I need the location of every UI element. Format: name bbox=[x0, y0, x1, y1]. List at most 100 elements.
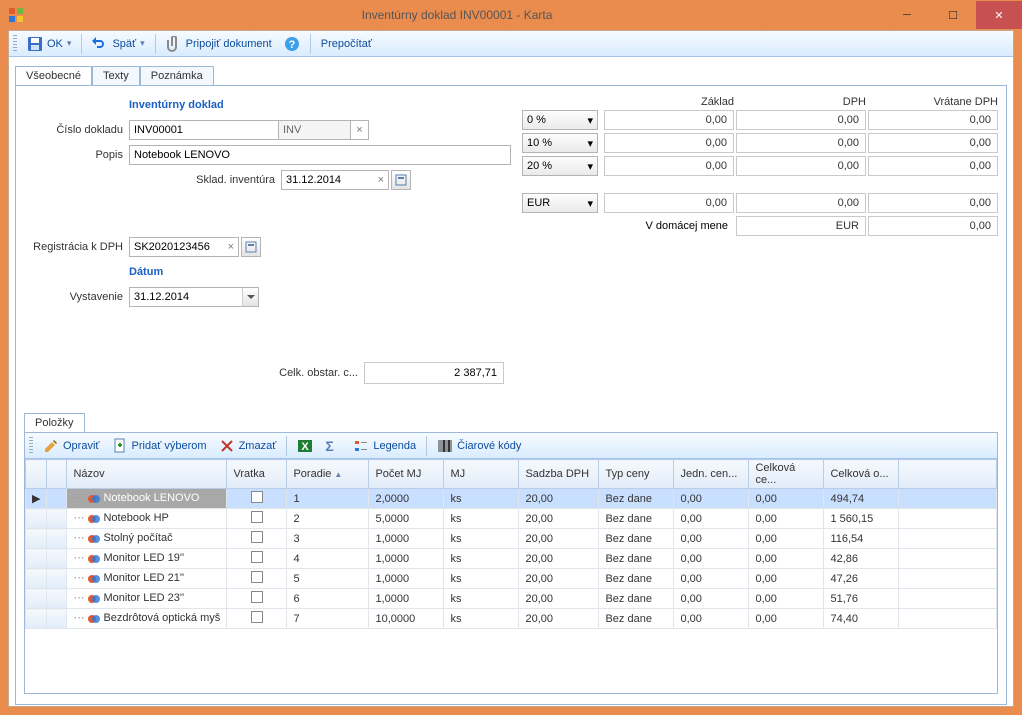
col-unit[interactable]: MJ bbox=[444, 460, 519, 489]
doc-header-link[interactable]: Inventúrny doklad bbox=[129, 99, 224, 111]
total-label: Celk. obstar. c... bbox=[264, 367, 364, 379]
items-grid[interactable]: Názov Vratka Poradie▲ Počet MJ MJ Sadzba… bbox=[25, 459, 997, 693]
edit-icon bbox=[43, 438, 59, 454]
item-legend-button[interactable]: Legenda bbox=[347, 436, 422, 456]
vat-1-cell[interactable]: 0,00 bbox=[736, 133, 866, 153]
domestic-label: V domácej mene bbox=[522, 220, 734, 232]
vratka-checkbox[interactable] bbox=[251, 611, 263, 623]
ok-button[interactable]: OK ▾ bbox=[21, 34, 77, 54]
item-excel-button[interactable]: X bbox=[291, 436, 319, 456]
vratka-checkbox[interactable] bbox=[251, 491, 263, 503]
cur-vat-cell[interactable]: 0,00 bbox=[736, 193, 866, 213]
vat-reg-lookup-button[interactable] bbox=[241, 237, 261, 257]
vat-reg-input[interactable]: SK2020123456 × bbox=[129, 237, 239, 257]
legend-icon bbox=[353, 438, 369, 454]
domestic-cur-cell: EUR bbox=[736, 216, 866, 236]
issue-date-dropdown-button[interactable] bbox=[242, 288, 258, 306]
vat-rate-1-select[interactable]: 10 %▾ bbox=[522, 133, 598, 153]
col-vat-label: DPH bbox=[734, 96, 866, 108]
maximize-button[interactable]: ☐ bbox=[930, 1, 976, 29]
stock-inv-label: Sklad. inventúra bbox=[24, 174, 281, 186]
stock-inv-clear-button[interactable]: × bbox=[378, 174, 384, 186]
tab-texts[interactable]: Texty bbox=[92, 66, 140, 86]
base-2-cell[interactable]: 0,00 bbox=[604, 156, 734, 176]
stock-inv-lookup-button[interactable] bbox=[391, 170, 411, 190]
item-edit-button[interactable]: Opraviť bbox=[37, 436, 106, 456]
vat-rate-2-select[interactable]: 20 %▾ bbox=[522, 156, 598, 176]
item-barcode-button[interactable]: Čiarové kódy bbox=[431, 436, 527, 456]
table-row[interactable]: ⋯Bezdrôtová optická myš710,0000ks20,00Be… bbox=[26, 609, 997, 629]
col-pricetype[interactable]: Typ ceny bbox=[599, 460, 674, 489]
incl-1-cell[interactable]: 0,00 bbox=[868, 133, 998, 153]
item-icon bbox=[87, 612, 101, 626]
app-icon bbox=[8, 7, 24, 23]
base-0-cell[interactable]: 0,00 bbox=[604, 110, 734, 130]
toolbar-grip-icon bbox=[13, 35, 17, 53]
cur-base-cell[interactable]: 0,00 bbox=[604, 193, 734, 213]
tab-note[interactable]: Poznámka bbox=[140, 66, 214, 86]
col-total[interactable]: Celková ce... bbox=[749, 460, 824, 489]
main-tabstrip: Všeobecné Texty Poznámka bbox=[15, 65, 1007, 85]
col-unitprice[interactable]: Jedn. cen... bbox=[674, 460, 749, 489]
desc-input[interactable] bbox=[129, 145, 511, 165]
col-vat[interactable]: Sadzba DPH bbox=[519, 460, 599, 489]
vat-0-cell[interactable]: 0,00 bbox=[736, 110, 866, 130]
item-delete-button[interactable]: Zmazať bbox=[213, 436, 283, 456]
svg-text:?: ? bbox=[288, 39, 295, 51]
col-qty[interactable]: Počet MJ bbox=[369, 460, 444, 489]
table-row[interactable]: ⋯Monitor LED 23''61,0000ks20,00Bez dane0… bbox=[26, 589, 997, 609]
incl-2-cell[interactable]: 0,00 bbox=[868, 156, 998, 176]
currency-select[interactable]: EUR▾ bbox=[522, 193, 598, 213]
issue-date-input[interactable]: 31.12.2014 bbox=[129, 287, 259, 307]
recalc-button[interactable]: Prepočítať bbox=[315, 36, 378, 52]
vat-reg-clear-button[interactable]: × bbox=[228, 241, 234, 253]
base-1-cell[interactable]: 0,00 bbox=[604, 133, 734, 153]
close-button[interactable]: ✕ bbox=[976, 1, 1022, 29]
minimize-button[interactable]: ─ bbox=[884, 1, 930, 29]
doc-series-clear-button[interactable]: × bbox=[351, 120, 369, 140]
desc-label: Popis bbox=[24, 149, 129, 161]
back-button[interactable]: Späť ▾ bbox=[86, 34, 150, 54]
table-row[interactable]: ▶⋯Notebook LENOVO12,0000ks20,00Bez dane0… bbox=[26, 489, 997, 509]
vratka-checkbox[interactable] bbox=[251, 511, 263, 523]
cur-incl-cell[interactable]: 0,00 bbox=[868, 193, 998, 213]
vratka-checkbox[interactable] bbox=[251, 551, 263, 563]
vat-rate-0-select[interactable]: 0 %▾ bbox=[522, 110, 598, 130]
vratka-checkbox[interactable] bbox=[251, 571, 263, 583]
item-add-button[interactable]: Pridať výberom bbox=[106, 436, 213, 456]
delete-icon bbox=[219, 438, 235, 454]
doc-number-input[interactable] bbox=[129, 120, 279, 140]
tab-items[interactable]: Položky bbox=[24, 413, 85, 433]
excel-icon: X bbox=[297, 438, 313, 454]
date-header-link[interactable]: Dátum bbox=[129, 266, 163, 278]
col-totalcost[interactable]: Celková o... bbox=[824, 460, 899, 489]
table-row[interactable]: ⋯Monitor LED 19''41,0000ks20,00Bez dane0… bbox=[26, 549, 997, 569]
domestic-val-cell[interactable]: 0,00 bbox=[868, 216, 998, 236]
vat-2-cell[interactable]: 0,00 bbox=[736, 156, 866, 176]
item-icon bbox=[87, 512, 101, 526]
col-name[interactable]: Názov bbox=[67, 460, 227, 489]
col-vratka[interactable]: Vratka bbox=[227, 460, 287, 489]
undo-icon bbox=[92, 36, 108, 52]
lookup-icon bbox=[245, 241, 257, 253]
col-order[interactable]: Poradie▲ bbox=[287, 460, 369, 489]
table-row[interactable]: ⋯Notebook HP25,0000ks20,00Bez dane0,000,… bbox=[26, 509, 997, 529]
table-row[interactable]: ⋯Stolný počítač31,0000ks20,00Bez dane0,0… bbox=[26, 529, 997, 549]
chevron-down-icon: ▾ bbox=[587, 137, 593, 150]
ok-dropdown-icon[interactable]: ▾ bbox=[67, 38, 72, 49]
vratka-checkbox[interactable] bbox=[251, 591, 263, 603]
item-sum-button[interactable]: Σ bbox=[319, 436, 347, 456]
chevron-down-icon: ▾ bbox=[587, 114, 593, 127]
help-button[interactable]: ? bbox=[278, 34, 306, 54]
window-title: Inventúrny doklad INV00001 - Karta bbox=[30, 8, 884, 22]
col-spacer bbox=[899, 460, 997, 489]
table-row[interactable]: ⋯Monitor LED 21''51,0000ks20,00Bez dane0… bbox=[26, 569, 997, 589]
incl-0-cell[interactable]: 0,00 bbox=[868, 110, 998, 130]
stock-inv-date-input[interactable]: 31.12.2014 × bbox=[281, 170, 389, 190]
back-dropdown-icon[interactable]: ▾ bbox=[140, 38, 145, 49]
attach-button[interactable]: Pripojiť dokument bbox=[160, 34, 278, 54]
document-add-icon bbox=[112, 438, 128, 454]
vratka-checkbox[interactable] bbox=[251, 531, 263, 543]
tab-general[interactable]: Všeobecné bbox=[15, 66, 92, 86]
sort-asc-icon: ▲ bbox=[334, 470, 342, 479]
